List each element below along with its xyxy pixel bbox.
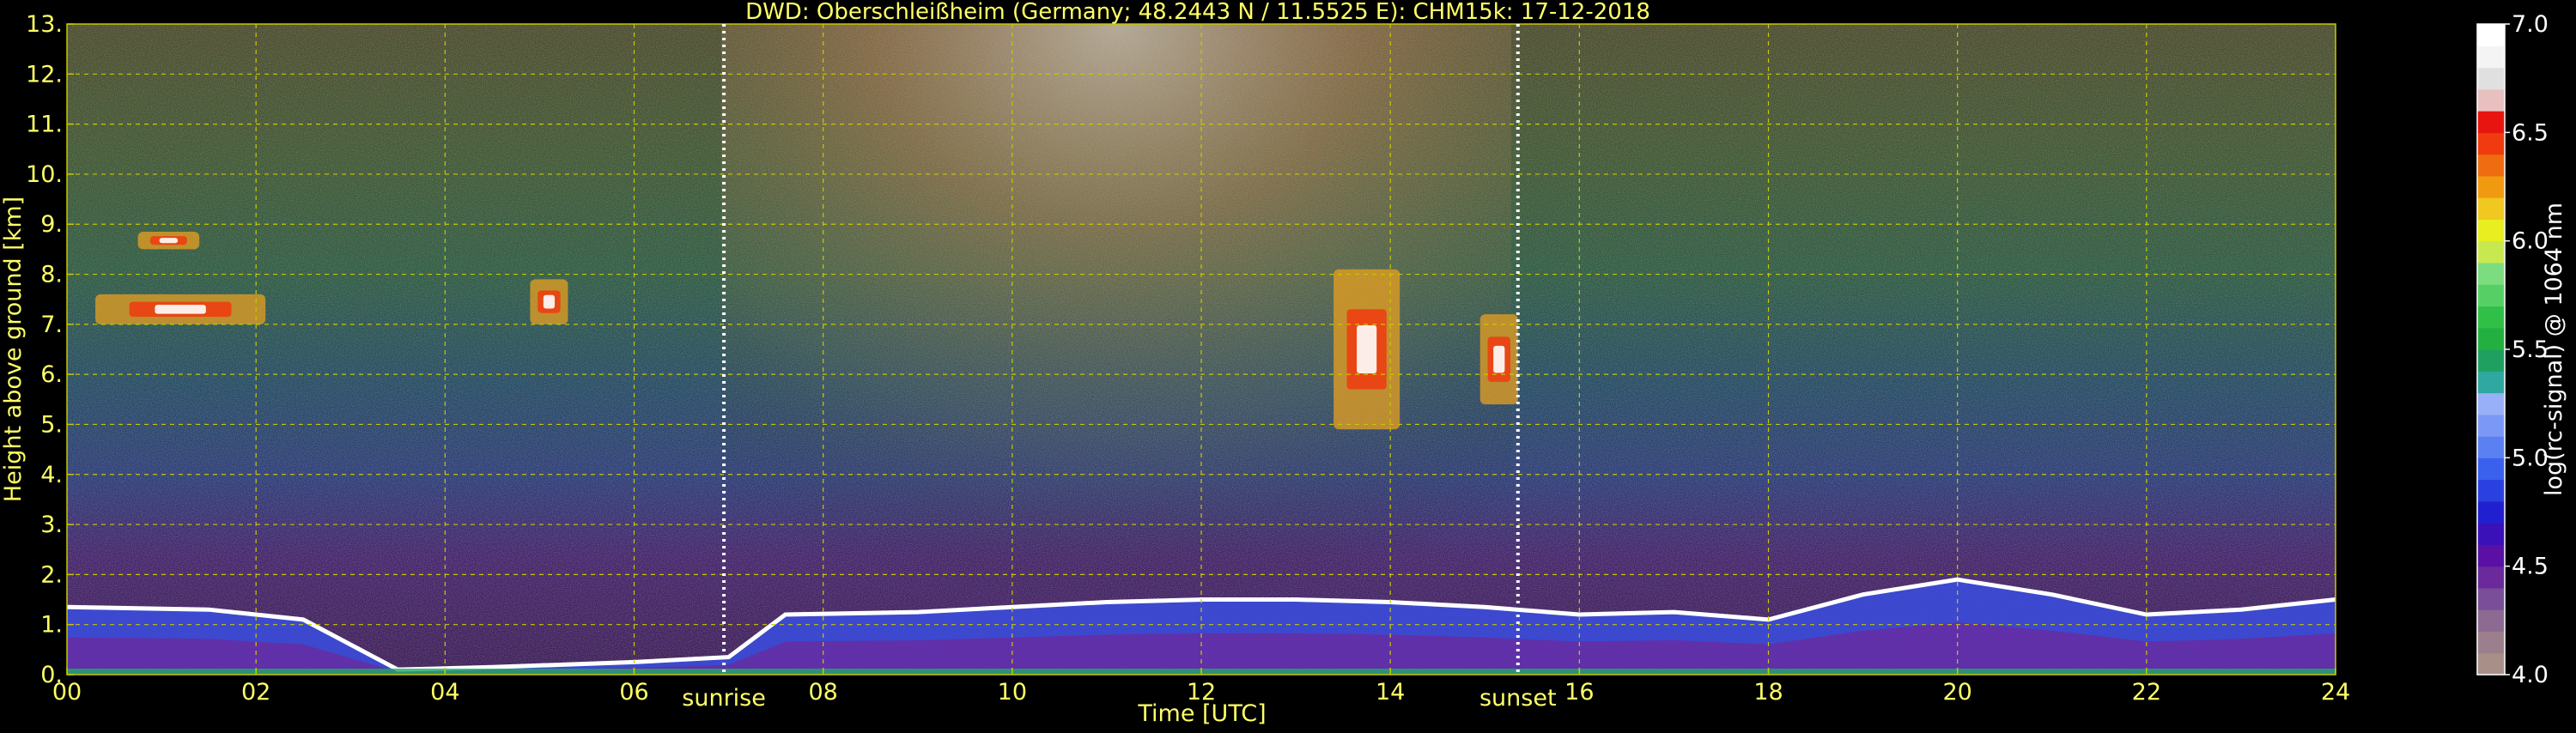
colorbar-segment	[2477, 175, 2505, 198]
colorbar-tick-label: 4.0	[2512, 662, 2549, 688]
x-tick-label: 02	[241, 679, 270, 706]
colorbar-segment	[2477, 652, 2505, 675]
x-tick-label: 14	[1376, 679, 1405, 706]
colorbar-segment	[2477, 414, 2505, 437]
colorbar-segment	[2477, 500, 2505, 524]
x-axis-label: Time [UTC]	[1137, 700, 1266, 727]
x-tick-label: 06	[619, 679, 648, 706]
y-tick-label: 1.	[40, 612, 63, 639]
y-tick-label: 11.	[26, 112, 63, 138]
chart-title: DWD: Oberschleißheim (Germany; 48.2443 N…	[745, 0, 1650, 25]
colorbar-segment	[2477, 349, 2505, 372]
x-tick-label: 24	[2321, 679, 2350, 706]
y-tick-label: 12.	[26, 61, 63, 88]
colorbar-segment	[2477, 609, 2505, 633]
colorbar-segment	[2477, 219, 2505, 242]
colorbar-segment	[2477, 544, 2505, 567]
x-tick-label: 10	[998, 679, 1027, 706]
colorbar-tick-label: 7.0	[2512, 11, 2549, 38]
colorbar-segment	[2477, 284, 2505, 307]
colorbar-segment	[2477, 479, 2505, 502]
colorbar-segment	[2477, 154, 2505, 177]
colorbar-segment	[2477, 371, 2505, 394]
x-tick-label: 16	[1564, 679, 1594, 706]
cloud-layer-peak	[543, 294, 556, 309]
y-tick-label: 9.	[40, 211, 63, 238]
ceilometer-figure: sunrise sunset 00 02 04 06 08 10 12 14 16 18 20 22 24…	[0, 0, 2576, 730]
colorbar-segment	[2477, 45, 2505, 69]
colorbar: 4.04.55.05.56.06.57.0	[2476, 11, 2549, 688]
colorbar-segment	[2477, 587, 2505, 610]
y-tick-label: 8.	[40, 262, 63, 288]
colorbar-segment	[2477, 631, 2505, 654]
cloud-layer-peak	[159, 238, 179, 244]
colorbar-segment	[2477, 132, 2505, 155]
colorbar-segment	[2477, 327, 2505, 350]
y-tick-label: 4.	[40, 462, 63, 488]
colorbar-segment	[2477, 67, 2505, 90]
y-tick-label: 2.	[40, 561, 63, 588]
colorbar-segment	[2477, 523, 2505, 545]
y-tick-label: 3.	[40, 512, 63, 538]
x-tick-label: 22	[2132, 679, 2161, 706]
y-tick-label: 5.	[40, 411, 63, 438]
y-axis-label: Height above ground [km]	[0, 197, 27, 502]
colorbar-segment	[2477, 88, 2505, 112]
marker-sunset-label: sunset	[1479, 685, 1557, 712]
colorbar-segment	[2477, 566, 2505, 589]
x-tick-label: 08	[808, 679, 837, 706]
cloud-layer-peak	[155, 305, 206, 314]
colorbar-segment	[2477, 197, 2505, 220]
y-tick-label: 10.	[26, 161, 63, 188]
colorbar-tick-label: 6.5	[2512, 119, 2549, 146]
colorbar-segment	[2477, 306, 2505, 329]
cloud-layer-peak	[1357, 325, 1377, 373]
colorbar-segment	[2477, 240, 2505, 264]
marker-sunrise-label: sunrise	[682, 685, 766, 712]
colorbar-segment	[2477, 457, 2505, 481]
colorbar-segment	[2477, 111, 2505, 133]
y-tick-label: 7.	[40, 312, 63, 338]
y-tick-label: 0.	[40, 662, 63, 688]
colorbar-segment	[2477, 436, 2505, 458]
y-tick-label: 6.	[40, 361, 63, 388]
colorbar-segment	[2477, 392, 2505, 415]
x-tick-label: 18	[1753, 679, 1783, 706]
cloud-layer-peak	[1493, 345, 1505, 373]
backscatter-chart: sunrise sunset 00 02 04 06 08 10 12 14 16 18 20 22 24…	[0, 0, 2567, 727]
x-tick-label: 04	[430, 679, 459, 706]
colorbar-label: log(rc-signal) @ 1064 nm	[2541, 203, 2567, 496]
colorbar-tick-label: 4.5	[2512, 554, 2549, 580]
colorbar-segment	[2477, 24, 2505, 46]
x-tick-label: 20	[1942, 679, 1971, 706]
y-tick-label: 13.	[26, 11, 63, 38]
colorbar-segment	[2477, 262, 2505, 285]
